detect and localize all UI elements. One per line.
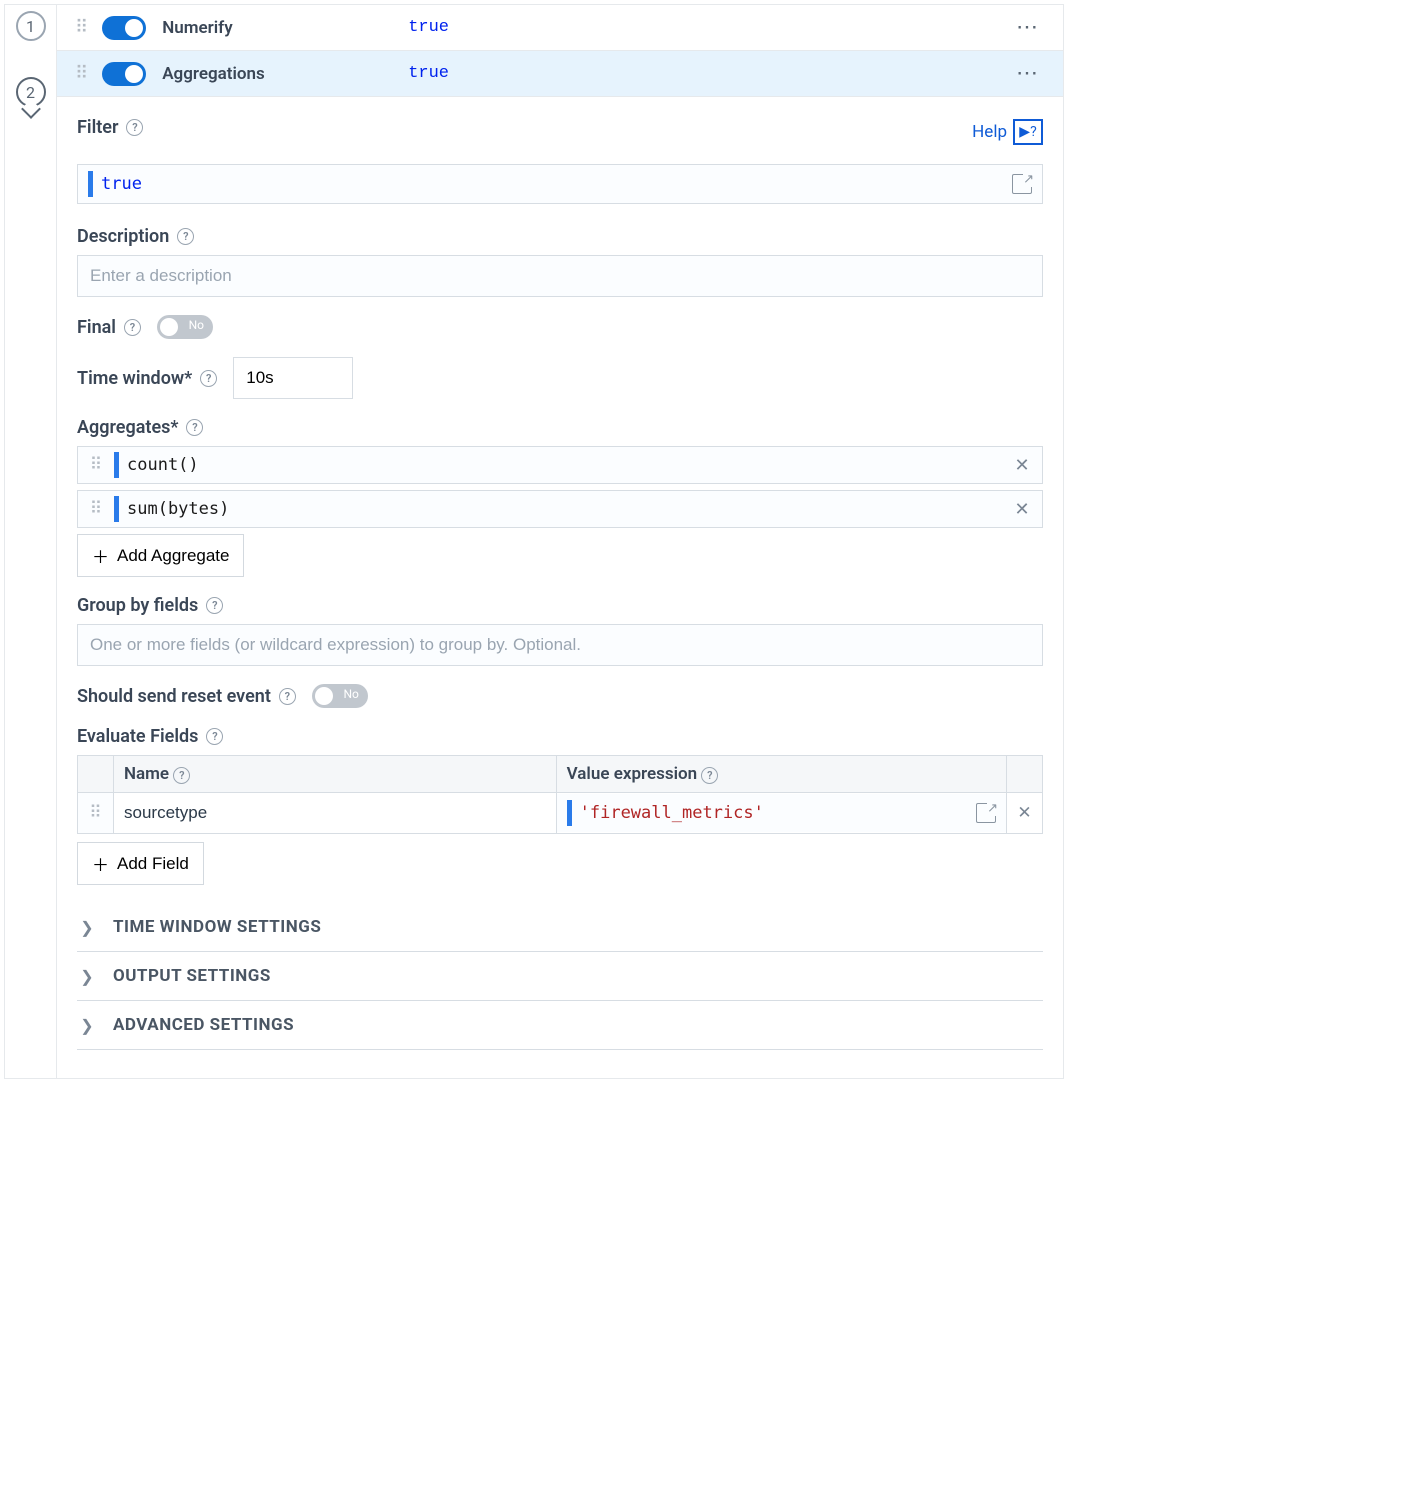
evaluate-fields-label: Evaluate Fields — [77, 726, 198, 747]
section-time-window-settings[interactable]: ❯ TIME WINDOW SETTINGS — [77, 903, 1043, 952]
remove-aggregate-button[interactable]: ✕ — [1002, 499, 1042, 520]
help-icon[interactable]: ? — [186, 419, 203, 436]
add-field-button[interactable]: ＋Add Field — [77, 842, 204, 885]
description-label: Description — [77, 226, 169, 247]
final-toggle[interactable]: No — [157, 315, 213, 339]
help-icon[interactable]: ? — [126, 119, 143, 136]
aggregate-row[interactable]: ⠿ count() ✕ — [77, 446, 1043, 484]
help-icon[interactable]: ? — [701, 767, 718, 784]
help-link[interactable]: Help ▶? — [972, 119, 1043, 145]
section-advanced-settings[interactable]: ❯ ADVANCED SETTINGS — [77, 1001, 1043, 1050]
reset-event-label: Should send reset event — [77, 686, 271, 707]
chevron-right-icon: ❯ — [77, 918, 97, 937]
remove-field-button[interactable]: ✕ — [1007, 793, 1043, 834]
plus-icon: ＋ — [92, 851, 109, 876]
filter-input[interactable]: true — [77, 164, 1043, 204]
stage-name: Numerify — [162, 18, 392, 38]
stage-menu-icon[interactable]: ⋯ — [1010, 61, 1045, 86]
chevron-right-icon: ❯ — [77, 967, 97, 986]
group-by-label: Group by fields — [77, 595, 198, 616]
field-name-input[interactable] — [124, 801, 546, 825]
stage-enable-toggle[interactable] — [102, 16, 146, 40]
expand-icon[interactable] — [1012, 174, 1032, 194]
code-gutter — [114, 452, 119, 478]
field-value-input[interactable]: 'firewall_metrics' — [557, 794, 1006, 832]
filter-value: true — [101, 174, 1004, 194]
section-title: OUTPUT SETTINGS — [113, 966, 271, 986]
aggregate-row[interactable]: ⠿ sum(bytes) ✕ — [77, 490, 1043, 528]
stage-name: Aggregations — [162, 64, 392, 84]
reset-event-toggle[interactable]: No — [312, 684, 368, 708]
time-window-input[interactable] — [233, 357, 353, 399]
drag-handle-icon[interactable]: ⠿ — [75, 71, 86, 77]
help-play-icon: ▶? — [1013, 119, 1043, 145]
description-input[interactable] — [77, 255, 1043, 297]
drag-handle-icon[interactable]: ⠿ — [78, 455, 114, 475]
pipeline-rail: 1 2 — [5, 5, 57, 1078]
stage-filter-expr: true — [408, 64, 994, 83]
stage-row-aggregations[interactable]: ⠿ Aggregations true ⋯ — [57, 51, 1063, 97]
plus-icon: ＋ — [92, 543, 109, 568]
expand-icon[interactable] — [976, 803, 996, 823]
step-2-marker[interactable]: 2 — [16, 77, 46, 107]
aggregate-expr: sum(bytes) — [127, 491, 1002, 527]
col-name: Name — [124, 764, 169, 784]
stage-menu-icon[interactable]: ⋯ — [1010, 15, 1045, 40]
help-icon[interactable]: ? — [206, 728, 223, 745]
help-icon[interactable]: ? — [177, 228, 194, 245]
aggregates-label: Aggregates* — [77, 417, 178, 438]
remove-aggregate-button[interactable]: ✕ — [1002, 455, 1042, 476]
aggregate-expr: count() — [127, 447, 1002, 483]
help-icon[interactable]: ? — [200, 370, 217, 387]
add-aggregate-button[interactable]: ＋Add Aggregate — [77, 534, 244, 577]
drag-handle-icon[interactable]: ⠿ — [75, 25, 86, 31]
step-1-marker[interactable]: 1 — [16, 11, 46, 41]
help-icon[interactable]: ? — [279, 688, 296, 705]
help-icon[interactable]: ? — [206, 597, 223, 614]
stage-enable-toggle[interactable] — [102, 62, 146, 86]
help-link-text: Help — [972, 122, 1007, 142]
stage-row-numerify[interactable]: ⠿ Numerify true ⋯ — [57, 5, 1063, 51]
drag-handle-icon[interactable]: ⠿ — [78, 499, 114, 519]
drag-handle-icon[interactable]: ⠿ — [78, 793, 114, 834]
filter-label: Filter — [77, 117, 118, 138]
stage-filter-expr: true — [408, 18, 994, 37]
code-gutter — [88, 171, 93, 197]
col-value: Value expression — [567, 764, 698, 784]
code-gutter — [567, 800, 572, 826]
help-icon[interactable]: ? — [124, 319, 141, 336]
section-output-settings[interactable]: ❯ OUTPUT SETTINGS — [77, 952, 1043, 1001]
group-by-input[interactable] — [77, 624, 1043, 666]
table-row: ⠿ 'firewall_metrics' ✕ — [78, 793, 1043, 834]
final-label: Final — [77, 317, 116, 338]
code-gutter — [114, 496, 119, 522]
chevron-right-icon: ❯ — [77, 1016, 97, 1035]
evaluate-fields-table: Name ? Value expression ? ⠿ — [77, 755, 1043, 834]
field-value-expr: 'firewall_metrics' — [580, 803, 968, 823]
section-title: ADVANCED SETTINGS — [113, 1015, 294, 1035]
section-title: TIME WINDOW SETTINGS — [113, 917, 321, 937]
time-window-label: Time window* — [77, 368, 192, 389]
help-icon[interactable]: ? — [173, 767, 190, 784]
